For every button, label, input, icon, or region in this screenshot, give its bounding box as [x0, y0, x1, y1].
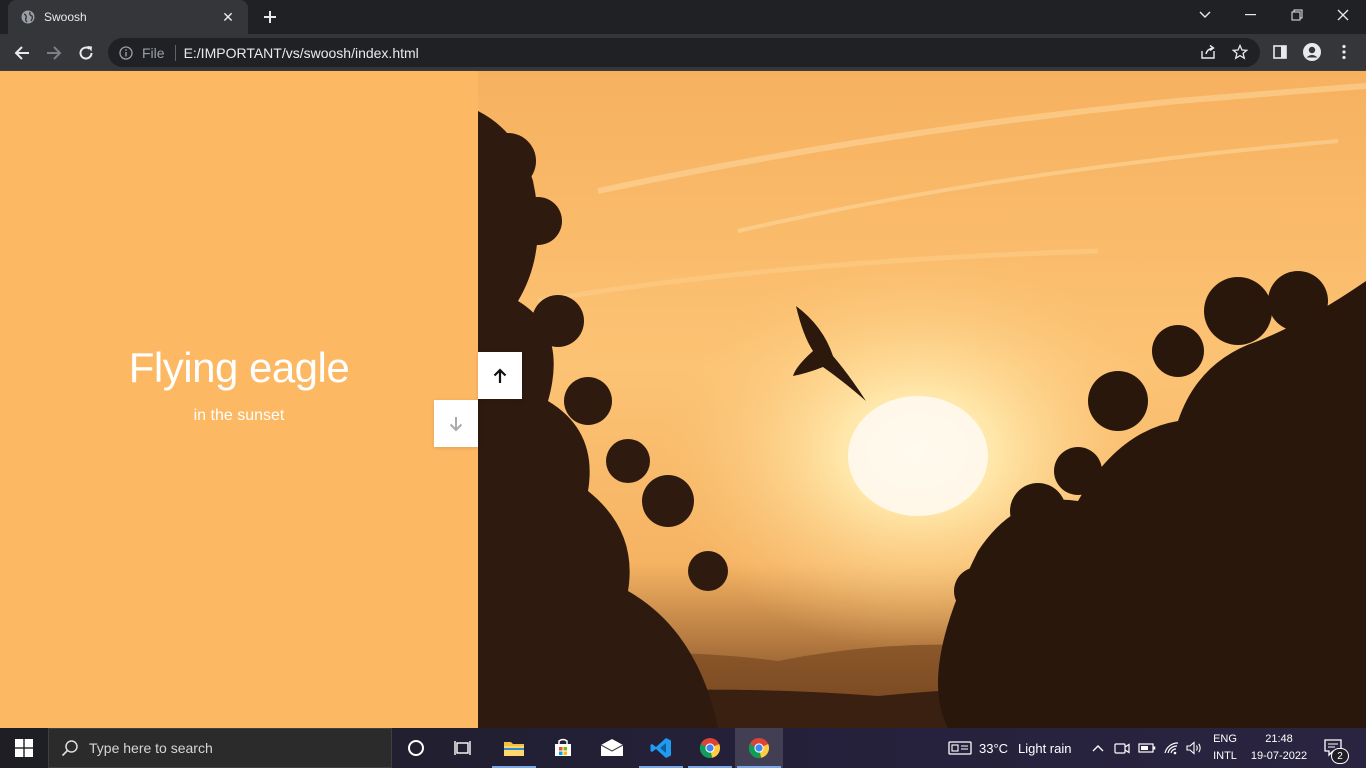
chrome-active-button[interactable]: [735, 728, 783, 768]
url-text[interactable]: E:/IMPORTANT/vs/swoosh/index.html: [184, 45, 419, 61]
file-explorer-button[interactable]: [490, 728, 538, 768]
tab-close-button[interactable]: ✕: [218, 7, 238, 27]
clock-date[interactable]: 19-07-2022: [1244, 750, 1314, 762]
caption-panel: Flying eagle in the sunset: [0, 71, 478, 728]
windows-taskbar: Type here to search 33°C Light rain ENG …: [0, 728, 1366, 768]
task-view-icon: [454, 741, 471, 755]
eagle-sunset-image: [478, 71, 1366, 728]
keyboard-layout[interactable]: INTL: [1208, 750, 1242, 762]
slide-subtitle: in the sunset: [193, 407, 285, 424]
cortana-button[interactable]: [392, 728, 440, 768]
share-icon: [1201, 44, 1215, 59]
show-hidden-icons-button[interactable]: [1088, 738, 1108, 758]
tab-strip: Swoosh ✕: [0, 0, 1366, 34]
microsoft-store-icon: [555, 738, 571, 756]
side-panel-icon: [1273, 45, 1287, 59]
restore-icon: [1291, 9, 1303, 21]
chevron-up-icon: [1092, 745, 1104, 752]
mail-icon: [600, 739, 624, 756]
slide-up-button[interactable]: [478, 352, 522, 399]
profile-button[interactable]: [1300, 40, 1324, 64]
wifi-icon[interactable]: [1162, 738, 1182, 758]
weather-description[interactable]: Light rain: [1018, 741, 1071, 756]
menu-button[interactable]: [1332, 40, 1356, 64]
avatar-icon: [1303, 43, 1321, 61]
slide-down-button[interactable]: [434, 400, 478, 447]
volume-icon[interactable]: [1185, 738, 1205, 758]
back-arrow-icon: [14, 46, 29, 60]
close-icon: [1337, 9, 1349, 21]
battery-icon[interactable]: [1137, 738, 1157, 758]
new-tab-button[interactable]: [258, 5, 282, 29]
tab-title: Swoosh: [44, 10, 87, 24]
address-bar[interactable]: File E:/IMPORTANT/vs/swoosh/index.html: [108, 38, 1260, 67]
microsoft-store-button[interactable]: [539, 728, 587, 768]
file-explorer-icon: [504, 742, 524, 756]
browser-toolbar: File E:/IMPORTANT/vs/swoosh/index.html: [0, 34, 1366, 71]
start-button[interactable]: [0, 728, 48, 768]
chrome-icon: [699, 738, 721, 759]
tab-search-button[interactable]: [1182, 0, 1228, 30]
minimize-button[interactable]: [1228, 0, 1274, 30]
bookmark-button[interactable]: [1228, 40, 1252, 64]
taskbar-search[interactable]: Type here to search: [48, 728, 392, 768]
slide-title: Flying eagle: [128, 344, 350, 391]
windows-logo-icon: [15, 739, 33, 757]
chevron-down-icon: [1199, 11, 1211, 18]
down-arrow-icon: [449, 416, 463, 431]
up-arrow-icon: [493, 367, 507, 383]
side-panel-button[interactable]: [1268, 40, 1292, 64]
search-icon: [61, 740, 78, 757]
back-button[interactable]: [8, 39, 36, 67]
tab-swoosh[interactable]: Swoosh ✕: [8, 0, 248, 34]
search-placeholder: Type here to search: [89, 740, 213, 756]
reload-button[interactable]: [72, 39, 100, 67]
language-code[interactable]: ENG: [1208, 733, 1242, 745]
vscode-button[interactable]: [637, 728, 685, 768]
kebab-menu-icon: [1342, 44, 1346, 60]
restore-button[interactable]: [1274, 0, 1320, 30]
info-icon[interactable]: [118, 45, 134, 61]
plus-icon: [264, 11, 276, 23]
forward-button[interactable]: [40, 39, 68, 67]
chrome-button[interactable]: [686, 728, 734, 768]
forward-arrow-icon: [47, 46, 62, 60]
close-window-button[interactable]: [1320, 0, 1366, 30]
mail-button[interactable]: [588, 728, 636, 768]
star-icon: [1232, 44, 1248, 60]
minimize-icon: [1245, 14, 1256, 16]
page-viewport: Flying eagle in the sunset: [0, 71, 1366, 728]
clock-time[interactable]: 21:48: [1244, 733, 1314, 745]
vscode-icon: [650, 738, 671, 758]
notification-count-badge: 2: [1331, 748, 1349, 764]
chrome-icon: [748, 738, 770, 759]
reload-icon: [79, 46, 93, 60]
cortana-icon: [408, 740, 424, 756]
task-view-button[interactable]: [440, 728, 488, 768]
meet-now-icon[interactable]: [1112, 738, 1132, 758]
globe-icon: [20, 9, 36, 25]
scheme-label: File: [142, 44, 165, 61]
weather-icon[interactable]: [948, 738, 972, 758]
weather-temperature[interactable]: 33°C: [979, 741, 1008, 756]
omnibox-divider: [174, 44, 176, 61]
share-button[interactable]: [1196, 40, 1220, 64]
